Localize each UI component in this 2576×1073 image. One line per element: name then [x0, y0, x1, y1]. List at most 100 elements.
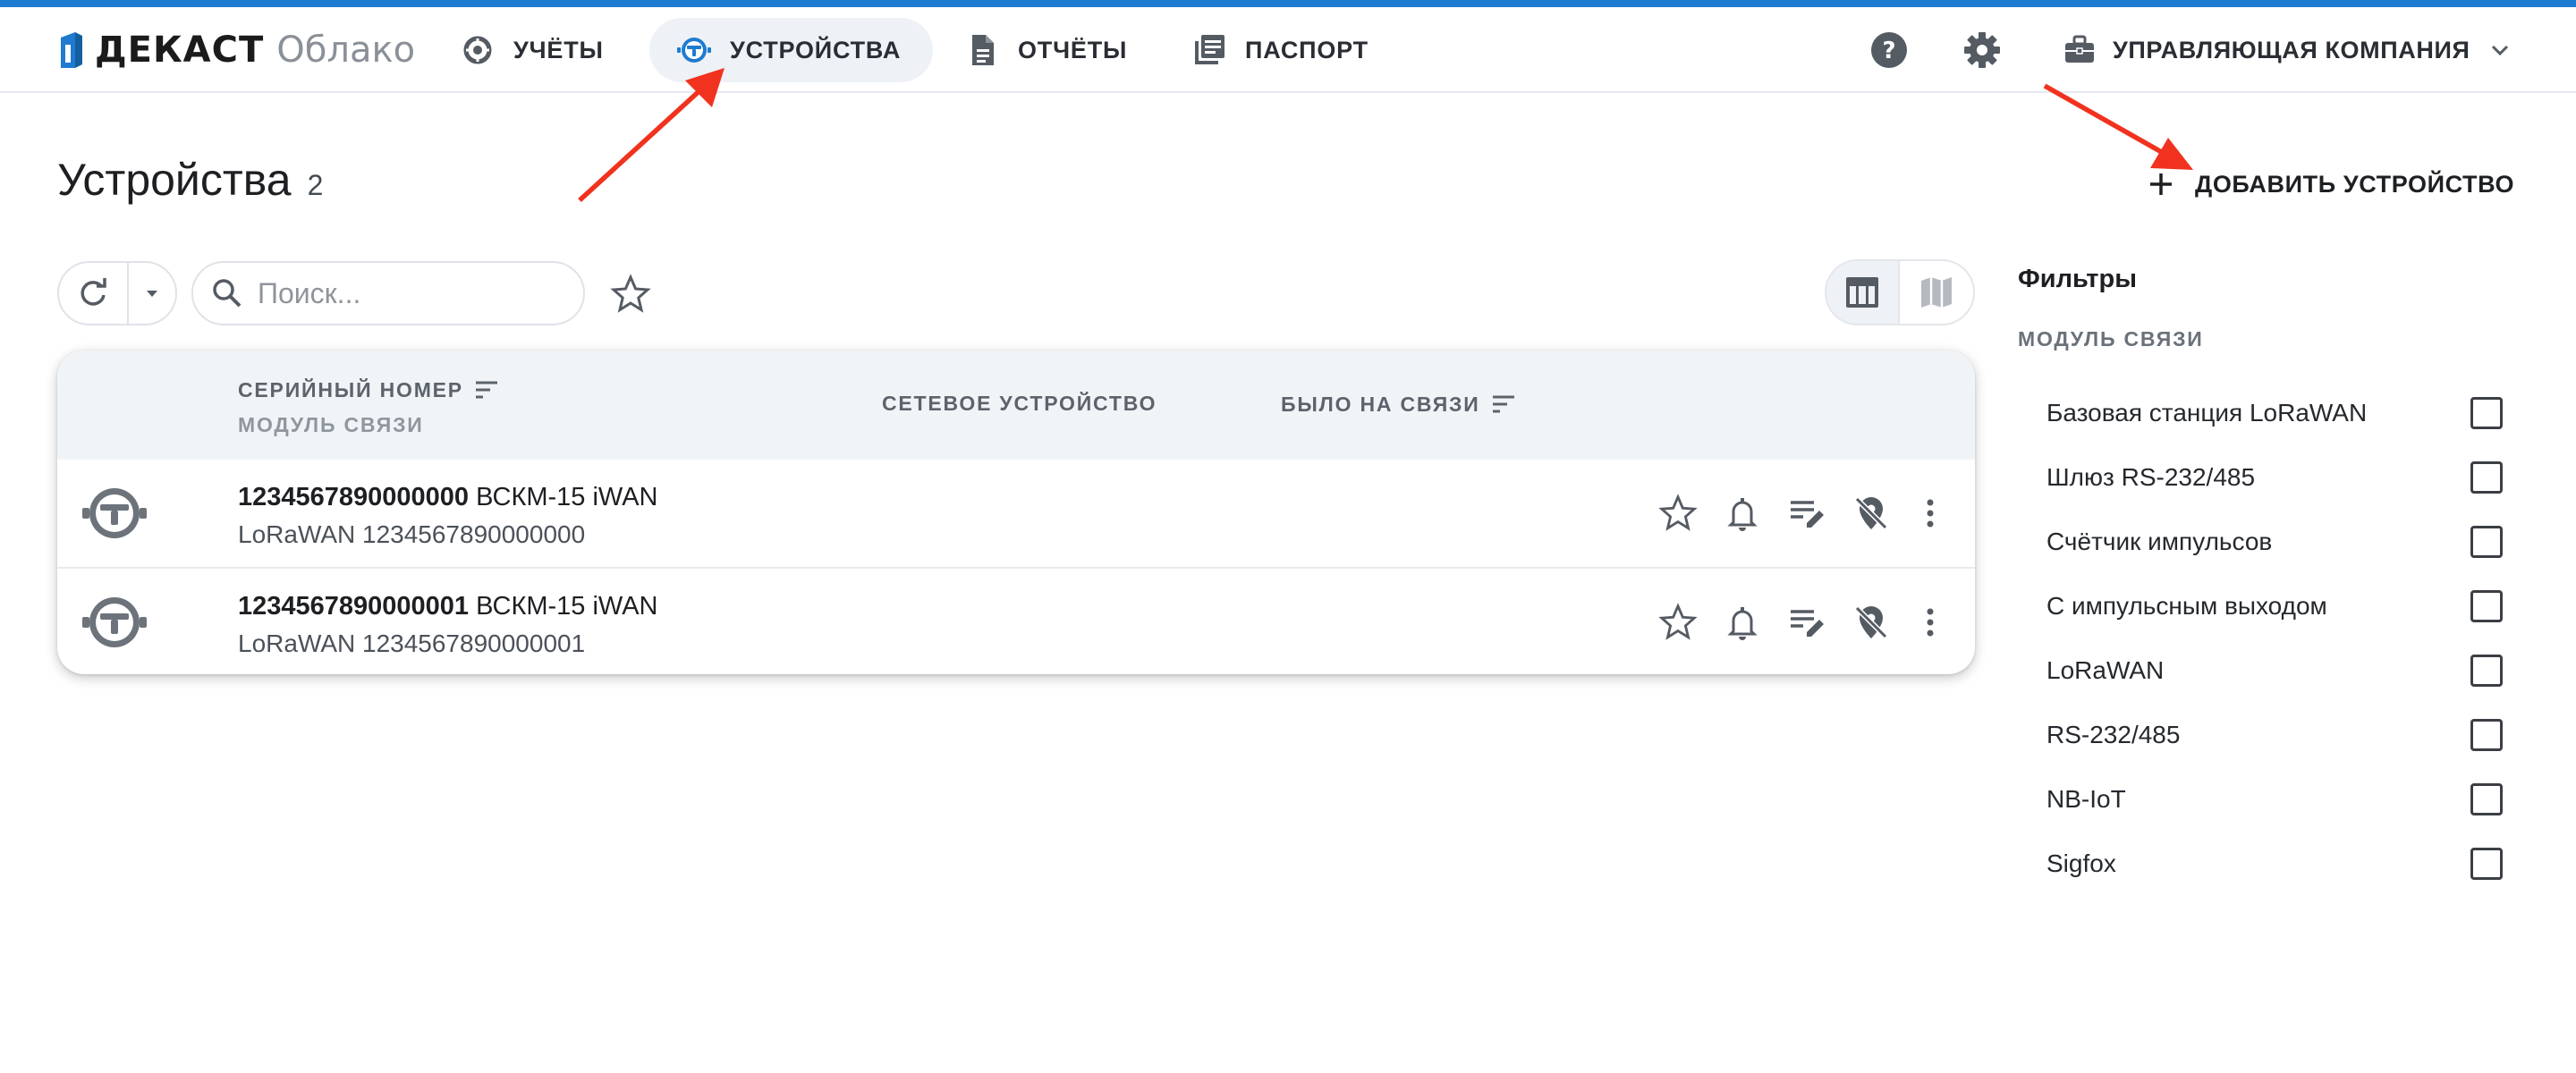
more-button[interactable] — [1914, 601, 1946, 644]
svg-text:?: ? — [1882, 38, 1895, 64]
nav-item-accounting[interactable]: УЧЁТЫ — [433, 18, 636, 82]
filter-checkbox[interactable] — [2470, 590, 2503, 622]
bell-icon — [1727, 607, 1758, 640]
filter-label: Sigfox — [2046, 849, 2116, 877]
device-icon — [677, 38, 711, 63]
filter-checkbox[interactable] — [2470, 397, 2503, 429]
module-info: LoRaWAN 1234567890000000 — [238, 520, 586, 548]
refresh-dropdown[interactable] — [129, 263, 175, 324]
view-toggle — [1825, 259, 1975, 325]
search-icon — [213, 279, 242, 308]
filter-item[interactable]: RS-232/485 — [2046, 714, 2519, 756]
row-actions — [1657, 601, 1946, 644]
logo-text: ДЕКАСТ — [95, 30, 265, 71]
nav-item-passport[interactable]: ПАСПОРТ — [1165, 18, 1401, 82]
sort-icon[interactable] — [472, 376, 501, 404]
gear-icon[interactable] — [1962, 30, 2002, 70]
device-model: ВСКМ-15 iWAN — [476, 483, 658, 511]
filter-label: Базовая станция LoRaWAN — [2046, 399, 2368, 427]
logo-mark-icon — [61, 32, 82, 68]
company-selector[interactable]: УПРАВЛЯЮЩАЯ КОМПАНИЯ — [2063, 18, 2514, 82]
water-meter-device-icon — [82, 488, 147, 538]
table-icon — [1846, 277, 1878, 308]
add-device-button[interactable]: ДОБАВИТЬ УСТРОЙСТВО — [2143, 161, 2514, 207]
edit-notes-button[interactable] — [1785, 601, 1828, 644]
row-actions — [1657, 492, 1946, 535]
search-field[interactable] — [191, 261, 585, 325]
refresh-button[interactable] — [59, 263, 129, 324]
filters-panel: Фильтры МОДУЛЬ СВЯЗИ Базовая станция LoR… — [2018, 259, 2519, 880]
table-row[interactable]: 1234567890000000 ВСКМ-15 iWAN LoRaWAN 12… — [57, 460, 1975, 567]
table-header: СЕРИЙНЫЙ НОМЕР МОДУЛЬ СВЯЗИ СЕТЕВОЕ УСТР… — [57, 351, 1975, 460]
edit-notes-button[interactable] — [1785, 492, 1828, 535]
filter-checkbox[interactable] — [2470, 655, 2503, 687]
sort-icon[interactable] — [1489, 390, 1518, 418]
filter-item[interactable]: С импульсным выходом — [2046, 585, 2519, 628]
location-off-icon — [1854, 605, 1888, 639]
edit-notes-icon — [1791, 610, 1824, 637]
serial-number: 1234567890000001 — [238, 592, 470, 621]
filter-checkbox[interactable] — [2470, 461, 2503, 494]
more-vert-icon — [1927, 608, 1934, 637]
logo[interactable]: ДЕКАСТ Облако — [57, 27, 415, 73]
favorite-button[interactable] — [1657, 492, 1699, 535]
page-title: Устройства — [57, 155, 292, 205]
column-header-serial[interactable]: СЕРИЙНЫЙ НОМЕР — [238, 376, 501, 404]
device-count: 2 — [307, 169, 324, 201]
filter-item[interactable]: Sigfox — [2046, 842, 2519, 885]
device-model: ВСКМ-15 iWAN — [476, 592, 658, 621]
favorites-filter-star-icon[interactable] — [610, 274, 651, 315]
water-meter-device-icon — [82, 597, 147, 647]
nav-item-label: ПАСПОРТ — [1245, 36, 1368, 63]
more-vert-icon — [1927, 499, 1934, 528]
bell-icon — [1727, 498, 1758, 531]
more-button[interactable] — [1914, 492, 1946, 535]
caret-down-icon — [147, 291, 157, 297]
top-accent-bar — [0, 0, 2576, 7]
nav-item-devices[interactable]: УСТРОЙСТВА — [649, 18, 934, 82]
filter-label: RS-232/485 — [2046, 721, 2181, 748]
location-off-button[interactable] — [1850, 601, 1893, 644]
help-icon[interactable]: ? — [1869, 30, 1909, 70]
map-icon — [1921, 277, 1952, 308]
nav-item-reports[interactable]: ОТЧЁТЫ — [937, 18, 1159, 82]
filter-checkbox[interactable] — [2470, 719, 2503, 751]
filter-group-label: МОДУЛЬ СВЯЗИ — [2018, 327, 2204, 351]
notifications-button[interactable] — [1721, 601, 1764, 644]
nav-item-label: УСТРОЙСТВА — [730, 36, 902, 63]
filter-checkbox[interactable] — [2470, 848, 2503, 880]
filter-label: NB-IoT — [2046, 785, 2126, 813]
refresh-icon — [80, 278, 106, 306]
plus-icon — [2150, 173, 2172, 195]
filter-label: LoRaWAN — [2046, 656, 2165, 684]
star-icon — [1658, 494, 1698, 531]
location-off-icon — [1854, 496, 1888, 530]
filter-item[interactable]: Счётчик импульсов — [2046, 520, 2519, 563]
column-network-label: СЕТЕВОЕ УСТРОЙСТВО — [882, 392, 1157, 415]
table-row[interactable]: 1234567890000001 ВСКМ-15 iWAN LoRaWAN 12… — [57, 567, 1975, 674]
column-module-label: МОДУЛЬ СВЯЗИ — [238, 413, 424, 436]
filter-checkbox[interactable] — [2470, 783, 2503, 815]
filter-checkbox[interactable] — [2470, 526, 2503, 558]
table-view-button[interactable] — [1826, 261, 1900, 324]
column-header-last-seen[interactable]: БЫЛО НА СВЯЗИ — [1281, 390, 1518, 418]
filter-label: Счётчик импульсов — [2046, 528, 2273, 555]
row-title[interactable]: 1234567890000001 ВСКМ-15 iWAN — [238, 592, 658, 621]
filter-item[interactable]: Базовая станция LoRaWAN — [2046, 392, 2519, 435]
notifications-button[interactable] — [1721, 492, 1764, 535]
arrow-to-add-device — [2043, 83, 2193, 170]
location-off-button[interactable] — [1850, 492, 1893, 535]
column-serial-label: СЕРИЙНЫЙ НОМЕР — [238, 377, 463, 401]
favorite-button[interactable] — [1657, 601, 1699, 644]
filter-item[interactable]: Шлюз RS-232/485 — [2046, 456, 2519, 499]
map-view-button[interactable] — [1900, 261, 1973, 324]
search-input[interactable] — [258, 276, 562, 310]
serial-number: 1234567890000000 — [238, 483, 470, 511]
module-info: LoRaWAN 1234567890000001 — [238, 629, 586, 657]
add-device-label: ДОБАВИТЬ УСТРОЙСТВО — [2195, 170, 2515, 198]
devices-table: СЕРИЙНЫЙ НОМЕР МОДУЛЬ СВЯЗИ СЕТЕВОЕ УСТР… — [57, 351, 1975, 674]
row-title[interactable]: 1234567890000000 ВСКМ-15 iWAN — [238, 483, 658, 512]
filter-item[interactable]: NB-IoT — [2046, 778, 2519, 821]
filter-item[interactable]: LoRaWAN — [2046, 649, 2519, 692]
edit-notes-icon — [1791, 501, 1824, 528]
